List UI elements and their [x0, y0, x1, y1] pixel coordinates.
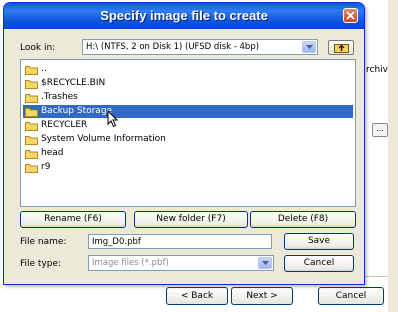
delete-button[interactable]: Delete (F8) — [250, 211, 356, 228]
up-one-level-button[interactable] — [328, 40, 354, 55]
specify-image-file-dialog: Specify image file to create Look in: H:… — [3, 2, 365, 285]
file-name-value: Img_D0.pbf — [92, 237, 141, 247]
list-item-label: .. — [41, 64, 47, 74]
look-in-label: Look in: — [20, 43, 56, 53]
cancel-button[interactable]: Cancel — [284, 255, 354, 272]
list-item[interactable]: .Trashes — [23, 91, 353, 104]
list-item-label: head — [41, 148, 64, 158]
file-name-input[interactable]: Img_D0.pbf — [88, 234, 272, 249]
wizard-cancel-button[interactable]: Cancel — [318, 287, 384, 305]
rename-button[interactable]: Rename (F6) — [20, 211, 126, 228]
back-button[interactable]: < Back — [166, 287, 228, 305]
dialog-title: Specify image file to create — [100, 8, 268, 23]
save-button[interactable]: Save — [284, 233, 354, 250]
list-item[interactable]: head — [23, 147, 353, 160]
list-item[interactable]: RECYCLER — [23, 119, 353, 132]
file-type-dropdown[interactable]: Image files (*.pbf) — [88, 255, 274, 271]
chevron-down-icon — [306, 45, 313, 49]
look-in-dropdown[interactable]: H:\ (NTFS, 2 on Disk 1) (UFSD disk - 4bp… — [82, 39, 318, 55]
close-button[interactable] — [343, 8, 358, 23]
close-icon — [346, 11, 355, 20]
look-in-value: H:\ (NTFS, 2 on Disk 1) (UFSD disk - 4bp… — [86, 42, 260, 52]
dropdown-arrow[interactable] — [302, 41, 316, 53]
new-folder-button[interactable]: New folder (F7) — [134, 211, 248, 228]
list-item-label: r9 — [41, 162, 51, 172]
list-item-label: Backup Storage — [41, 106, 113, 116]
file-list[interactable]: .. $RECYCLE.BIN .Trashes Backup Storage — [20, 59, 356, 207]
next-button[interactable]: Next > — [231, 287, 293, 305]
dropdown-arrow[interactable] — [258, 257, 272, 269]
file-type-label: File type: — [20, 259, 62, 269]
window-edge — [388, 0, 398, 312]
mouse-pointer-icon — [107, 110, 119, 128]
file-name-label: File name: — [20, 237, 67, 247]
browse-button[interactable]: ... — [372, 123, 388, 137]
list-item-selected[interactable]: Backup Storage — [23, 105, 353, 118]
list-item[interactable]: r9 — [23, 161, 353, 174]
folder-up-icon — [334, 44, 349, 53]
dialog-titlebar[interactable]: Specify image file to create — [4, 3, 364, 29]
list-item[interactable]: System Volume Information — [23, 133, 353, 146]
list-item-label: System Volume Information — [41, 134, 166, 144]
file-type-value: Image files (*.pbf) — [92, 258, 169, 268]
list-item[interactable]: .. — [23, 63, 353, 76]
list-item[interactable]: $RECYCLE.BIN — [23, 77, 353, 90]
list-item-label: .Trashes — [41, 92, 78, 102]
list-item-label: $RECYCLE.BIN — [41, 78, 106, 88]
list-item-label: RECYCLER — [41, 120, 88, 130]
folder-icon — [25, 163, 38, 176]
chevron-down-icon — [262, 261, 269, 265]
dialog-body: Look in: H:\ (NTFS, 2 on Disk 1) (UFSD d… — [8, 29, 360, 280]
